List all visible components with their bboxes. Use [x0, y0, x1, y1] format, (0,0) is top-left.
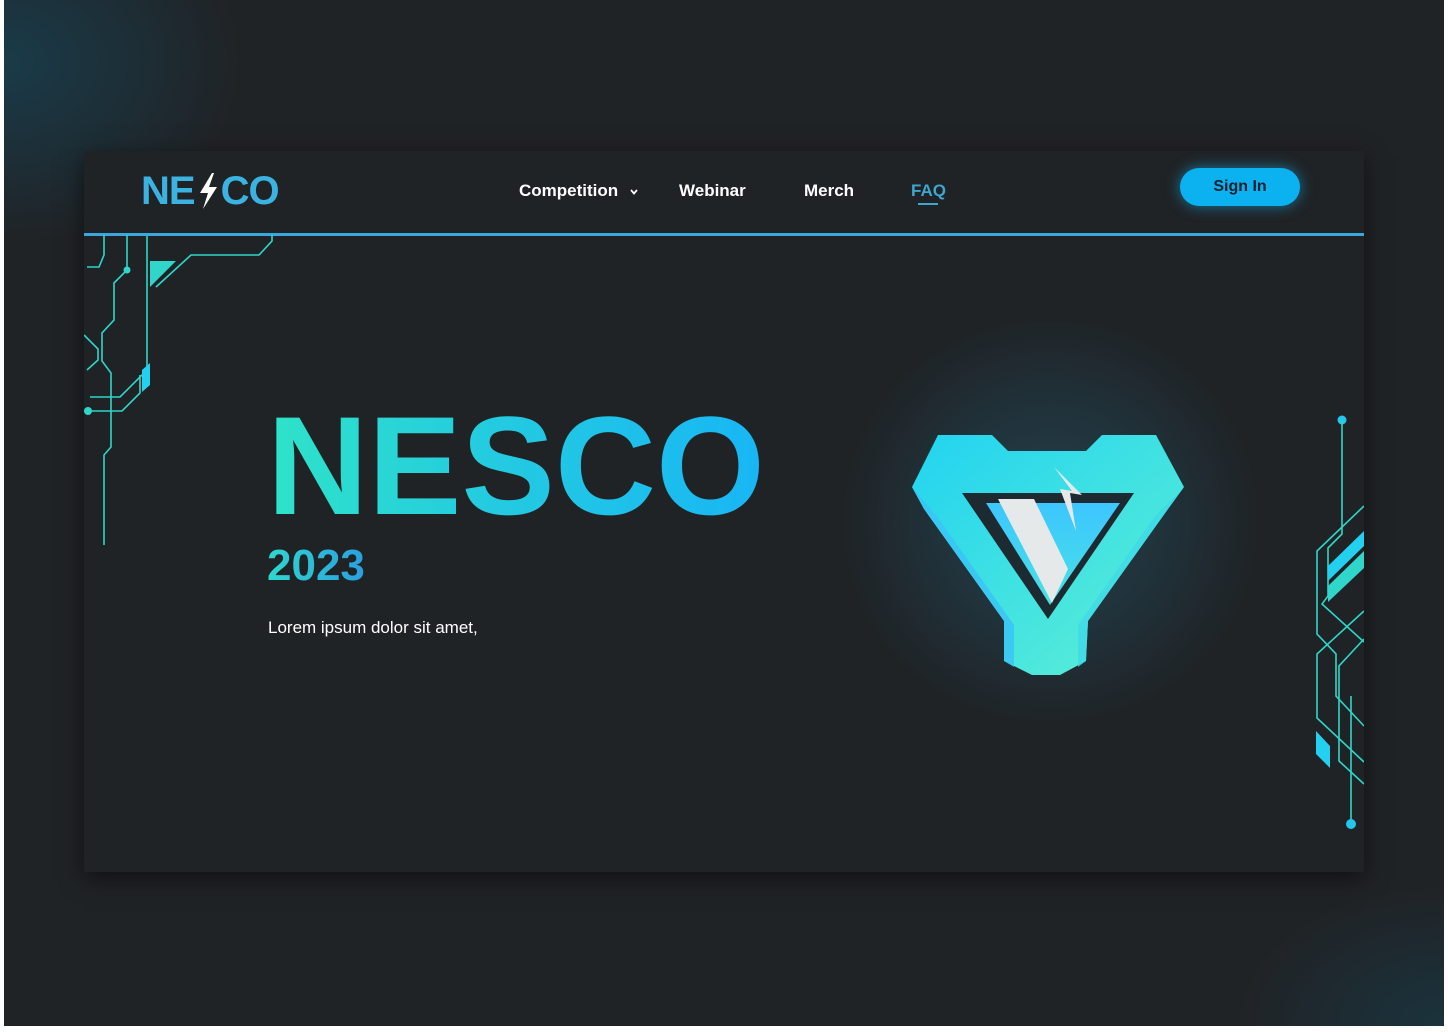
circuit-decoration-right: [1316, 415, 1364, 829]
hero-title: NESCO: [267, 387, 765, 544]
nav-item-label: Webinar: [679, 181, 746, 200]
chevron-down-icon: [630, 188, 638, 195]
nav-item-competition[interactable]: Competition: [519, 178, 639, 204]
circuit-decoration-left: [84, 235, 273, 545]
nav-item-label: FAQ: [911, 181, 946, 200]
hero-year: 2023: [267, 541, 365, 590]
hero-subtitle: Lorem ipsum dolor sit amet,: [268, 618, 478, 637]
page-background: NE CO Competition Webinar Merch FAQ Sign…: [4, 0, 1444, 1026]
navbar: NE CO Competition Webinar Merch FAQ Sign…: [84, 151, 1364, 236]
nesco-emblem-icon: [912, 435, 1184, 675]
nav-item-label: Competition: [519, 181, 619, 200]
nav-menu: Competition Webinar Merch FAQ: [84, 151, 1364, 233]
nav-item-label: Merch: [804, 181, 855, 200]
active-indicator: [918, 203, 938, 205]
nav-item-webinar[interactable]: Webinar: [679, 178, 746, 204]
sign-in-button[interactable]: Sign In: [1180, 168, 1300, 206]
website-frame: NE CO Competition Webinar Merch FAQ Sign…: [84, 151, 1364, 872]
nav-item-merch[interactable]: Merch: [804, 178, 854, 204]
nav-item-faq[interactable]: FAQ: [911, 178, 946, 205]
